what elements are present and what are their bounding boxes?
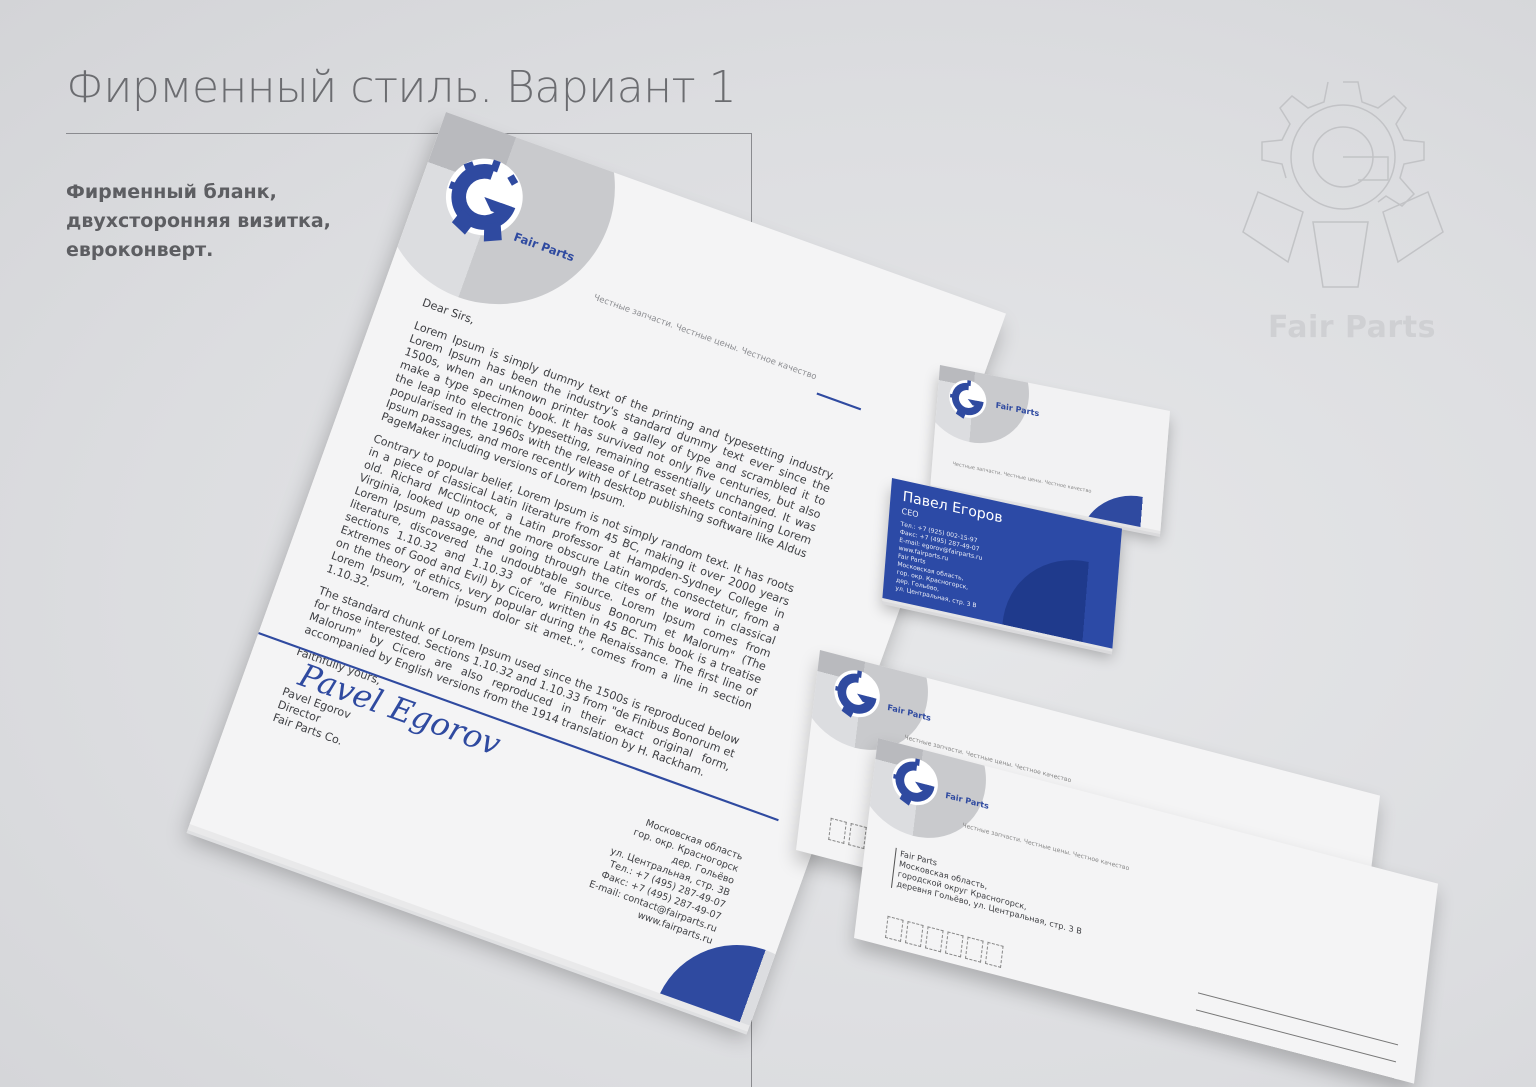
watermark-brand: Fair Parts — [1268, 310, 1436, 345]
card-tagline: Честные запчасти. Честные цены. Честное … — [952, 461, 1092, 495]
envelope-tagline: Честные запчасти. Честные цены. Честное … — [961, 821, 1130, 873]
recipient-address-lines — [1193, 976, 1400, 1080]
letterhead-corner-arc — [628, 921, 846, 1026]
card-contacts: Тел.: +7 (925) 002-15-97 Факс: +7 (495) … — [895, 521, 1021, 619]
subtitle: Фирменный бланк, двухсторонняя визитка, … — [66, 178, 366, 265]
page-title: Фирменный стиль. Вариант 1 — [66, 62, 737, 113]
subtitle-line: двухсторонняя визитка, — [66, 210, 331, 232]
gear-logo-icon — [1242, 81, 1444, 288]
card-person-role: CEO — [901, 506, 919, 520]
postal-index-boxes — [884, 915, 1007, 973]
title-divider — [66, 133, 752, 134]
gear-logo-icon — [949, 380, 987, 419]
tagline-accent-rule — [816, 392, 862, 411]
subtitle-line: Фирменный бланк, — [66, 181, 277, 203]
subtitle-line: евроконверт. — [66, 239, 214, 261]
